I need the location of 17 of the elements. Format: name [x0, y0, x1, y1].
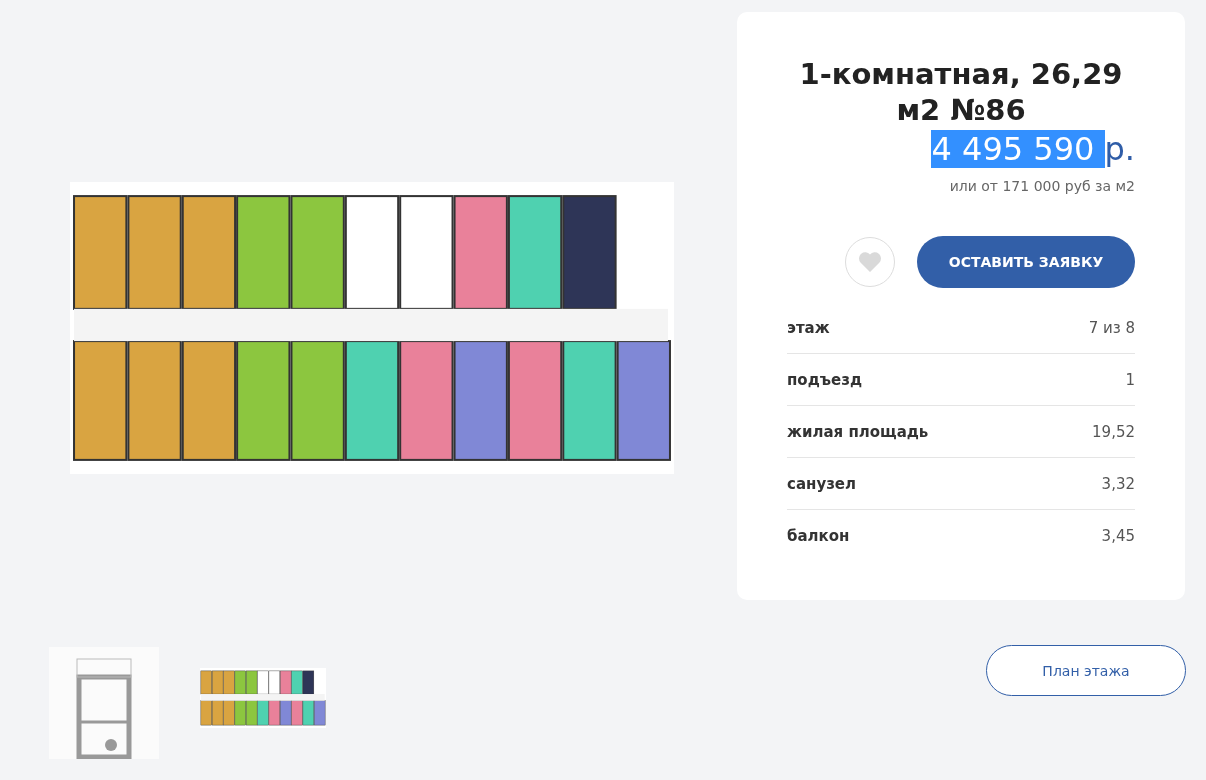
detail-label: этаж: [787, 318, 830, 337]
detail-value: 3,45: [1101, 526, 1135, 545]
detail-value: 3,32: [1101, 474, 1135, 493]
apply-button[interactable]: ОСТАВИТЬ ЗАЯВКУ: [917, 236, 1135, 288]
detail-label: санузел: [787, 474, 857, 493]
price-per-m2: или от 171 000 руб за м2: [948, 178, 1135, 194]
heart-icon: [858, 251, 882, 273]
favorite-button[interactable]: [845, 237, 895, 287]
price: 4 495 590 р.: [930, 130, 1135, 168]
detail-value: 19,52: [1092, 422, 1135, 441]
detail-label: балкон: [787, 526, 850, 545]
detail-value: 1: [1125, 370, 1135, 389]
listing-title: 1-комнатная, 26,29 м2 №86: [798, 56, 1124, 128]
floor-plan-button[interactable]: План этажа: [986, 645, 1186, 696]
detail-value: 7 из 8: [1088, 318, 1135, 337]
detail-label: подъезд: [787, 370, 863, 389]
detail-label: жилая площадь: [787, 422, 929, 441]
